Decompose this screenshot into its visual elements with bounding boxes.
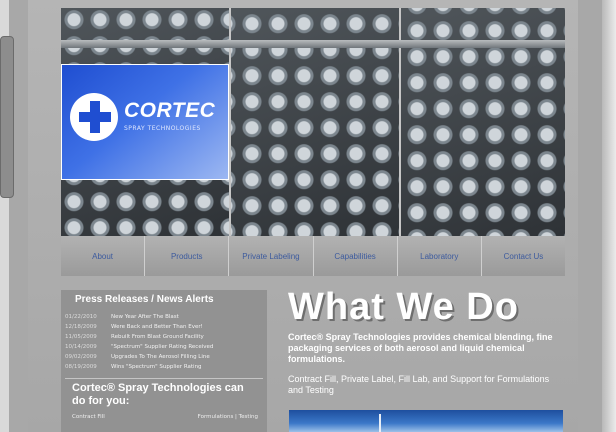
news-title: Press Releases / News Alerts (75, 294, 214, 305)
window-edge-tab (0, 36, 14, 198)
promo-link-contract-fill[interactable]: Contract Fill (72, 414, 105, 420)
news-list: 01/22/2010 New Year After The Blast 12/1… (65, 312, 265, 372)
news-headline[interactable]: Rebuilt From Blast Ground Facility (111, 334, 204, 340)
news-headline[interactable]: Were Back and Better Than Ever! (111, 324, 203, 330)
intro-text: Cortec® Spray Technologies provides chem… (288, 332, 553, 364)
news-divider (65, 378, 263, 379)
nav-laboratory[interactable]: Laboratory (397, 236, 482, 276)
promo-heading: Cortec® Spray Technologies can do for yo… (72, 382, 244, 407)
news-item[interactable]: 12/18/2009 Were Back and Better Than Eve… (65, 322, 265, 332)
news-item[interactable]: 09/02/2009 Upgrades To The Aerosol Filli… (65, 352, 265, 362)
nav-contact-us[interactable]: Contact Us (481, 236, 566, 276)
news-panel: Press Releases / News Alerts 01/22/2010 … (61, 290, 267, 432)
promo-link-formulations[interactable]: Formulations | Testing (198, 414, 258, 420)
news-headline[interactable]: Wins "Spectrum" Supplier Rating (111, 364, 202, 370)
promo-links: Contract Fill Formulations | Testing (72, 414, 258, 420)
shelf-rail (61, 40, 565, 48)
news-headline[interactable]: Upgrades To The Aerosol Filling Line (111, 354, 210, 360)
news-date: 09/02/2009 (65, 354, 97, 360)
news-date: 10/14/2009 (65, 344, 97, 350)
logo-plus-icon-bar (79, 112, 111, 122)
news-headline[interactable]: New Year After The Blast (111, 314, 179, 320)
nav-about[interactable]: About (61, 236, 146, 276)
window-edge-shadow (602, 0, 616, 432)
news-headline[interactable]: "Spectrum" Supplier Rating Received (111, 344, 213, 350)
news-date: 08/19/2009 (65, 364, 97, 370)
news-date: 01/22/2010 (65, 314, 97, 320)
feature-photo (289, 410, 563, 432)
news-date: 11/05/2009 (65, 334, 97, 340)
news-date: 12/18/2009 (65, 324, 97, 330)
nav-products[interactable]: Products (145, 236, 230, 276)
logo-name: CORTEC (124, 99, 216, 122)
news-item[interactable]: 08/19/2009 Wins "Spectrum" Supplier Rati… (65, 362, 265, 372)
cortec-logo[interactable]: CORTEC SPRAY TECHNOLOGIES (61, 64, 229, 180)
services-text: Contract Fill, Private Label, Fill Lab, … (288, 374, 550, 395)
news-item[interactable]: 10/14/2009 "Spectrum" Supplier Rating Re… (65, 342, 265, 352)
nav-capabilities[interactable]: Capabilities (313, 236, 398, 276)
logo-tagline: SPRAY TECHNOLOGIES (124, 125, 201, 132)
news-item[interactable]: 11/05/2009 Rebuilt From Blast Ground Fac… (65, 332, 265, 342)
feature-photo-detail (379, 414, 381, 432)
page-headline: What We Do (288, 286, 519, 328)
news-item[interactable]: 01/22/2010 New Year After The Blast (65, 312, 265, 322)
nav-private-labeling[interactable]: Private Labeling (229, 236, 314, 276)
main-navigation: About Products Private Labeling Capabili… (61, 236, 566, 276)
